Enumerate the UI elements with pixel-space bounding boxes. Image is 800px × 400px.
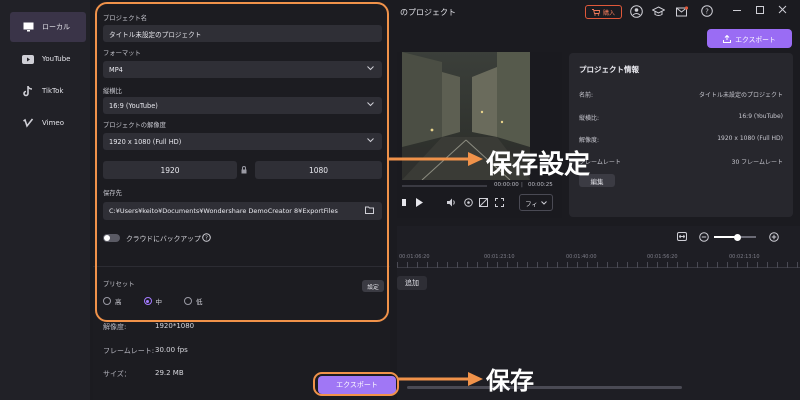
stop-icon[interactable] [402, 199, 406, 206]
summary-size-value: 29.2 MB [155, 369, 184, 377]
upload-icon [723, 34, 732, 43]
project-info-title: プロジェクト情報 [579, 65, 639, 74]
info-row: フレームレート 30 フレームレート [579, 159, 783, 166]
minimize-icon[interactable] [733, 10, 741, 11]
export-highlight-box [313, 372, 399, 396]
summary-resolution-value: 1920*1080 [155, 322, 195, 330]
top-export-button[interactable]: エクスポート [707, 29, 792, 48]
info-row: 名前: タイトル未設定のプロジェクト [579, 92, 783, 99]
sidebar: ローカル YouTube TikTok Vimeo [0, 0, 90, 400]
arrow-icon [388, 152, 483, 166]
chevron-down-icon [541, 200, 547, 205]
buy-button[interactable]: 購入 [585, 5, 622, 19]
mail-icon[interactable] [676, 6, 688, 17]
window-title: のプロジェクト [400, 8, 456, 17]
sidebar-item-vimeo[interactable]: Vimeo [10, 108, 86, 138]
ruler-ticks [397, 262, 800, 268]
vimeo-icon [22, 117, 34, 129]
zoom-out-icon[interactable] [699, 232, 709, 242]
maximize-icon[interactable] [756, 6, 764, 14]
close-icon[interactable] [778, 5, 787, 14]
ruler-tick-label: 00:01:23:10 [484, 254, 515, 260]
summary-framerate-label: フレームレート: [103, 347, 155, 355]
ruler-tick-label: 00:02:13:10 [729, 254, 760, 260]
preview-panel: 00:00:00 | 00:00:25 フィ [397, 52, 562, 218]
fit-dropdown[interactable]: フィ [519, 194, 553, 211]
add-button[interactable]: 追加 [397, 276, 427, 290]
zoom-slider-handle[interactable] [734, 233, 741, 241]
sidebar-item-label: TikTok [42, 87, 64, 95]
sidebar-item-label: Vimeo [42, 119, 64, 127]
monitor-icon [22, 21, 34, 33]
help-icon[interactable]: ? [701, 5, 713, 17]
sidebar-item-local[interactable]: ローカル [10, 12, 86, 42]
fit-label: フィ [525, 199, 538, 208]
cart-icon [591, 8, 600, 16]
settings-highlight-box [95, 2, 389, 322]
ruler-tick-label: 00:01:56:20 [647, 254, 678, 260]
fullscreen-icon[interactable] [495, 198, 504, 207]
summary-size-label: サイズ： [103, 370, 131, 378]
buy-label: 購入 [602, 9, 615, 17]
sidebar-item-youtube[interactable]: YouTube [10, 44, 86, 74]
project-info-panel: プロジェクト情報 名前: タイトル未設定のプロジェクト 縦横比: 16:9 (You… [569, 53, 793, 217]
graduation-cap-icon[interactable] [652, 6, 665, 17]
sidebar-item-tiktok[interactable]: TikTok [10, 76, 86, 106]
screenshot-icon[interactable] [464, 198, 473, 207]
summary-resolution-label: 解像度: [103, 323, 127, 331]
tiktok-icon [22, 85, 34, 97]
title-bar: のプロジェクト 購入 ? [390, 0, 800, 28]
time-current: 00:00:00 [494, 182, 519, 188]
crop-icon[interactable] [479, 198, 488, 207]
info-row: 縦横比: 16:9 (YouTube) [579, 113, 783, 122]
sidebar-item-label: ローカル [42, 23, 70, 31]
sidebar-item-label: YouTube [42, 55, 71, 63]
fit-timeline-icon[interactable] [677, 232, 687, 241]
zoom-in-icon[interactable] [769, 232, 779, 242]
time-total: 00:00:25 [528, 182, 553, 188]
settings-callout: 保存設定 [486, 150, 591, 180]
top-export-label: エクスポート [735, 35, 776, 44]
youtube-icon [22, 53, 34, 65]
timeline-ruler: 00:01:06:20 00:01:23:10 00:01:40:00 00:0… [397, 254, 800, 268]
volume-icon[interactable] [447, 198, 457, 207]
play-icon[interactable] [416, 198, 423, 207]
zoom-slider[interactable] [714, 233, 756, 241]
ruler-tick-label: 00:01:06:20 [399, 254, 430, 260]
svg-text:?: ? [705, 8, 709, 16]
arrow-icon [398, 372, 483, 386]
ruler-tick-label: 00:01:40:00 [566, 254, 597, 260]
info-row: 解像度: 1920 x 1080 (Full HD) [579, 135, 783, 144]
seek-bar[interactable] [402, 185, 487, 187]
summary-framerate-value: 30.00 fps [155, 346, 188, 354]
save-callout: 保存 [486, 367, 534, 395]
user-icon[interactable] [630, 5, 643, 18]
